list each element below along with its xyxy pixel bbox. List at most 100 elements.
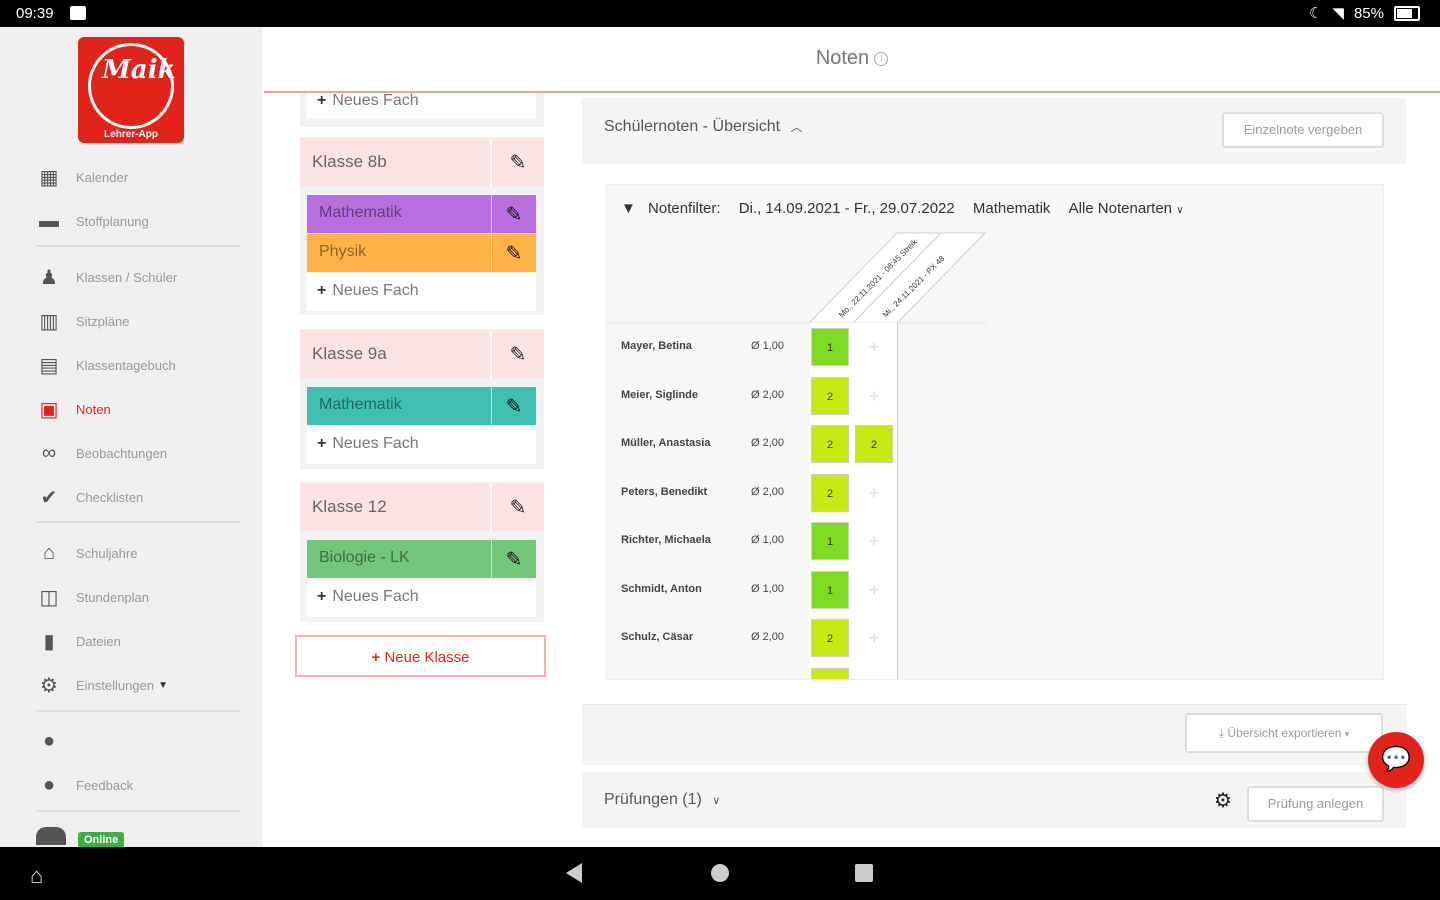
chat-button[interactable]: 💬 xyxy=(1368,732,1424,788)
sidebar-item-klassentagebuch[interactable]: ▤ Klassentagebuch xyxy=(36,351,176,379)
class-header[interactable]: Klasse 9a ✎ xyxy=(300,330,544,378)
sidebar-item-profile[interactable]: ● xyxy=(36,727,76,755)
pencil-icon[interactable]: ✎ xyxy=(490,483,544,531)
timetable-icon: ◫ xyxy=(39,586,59,609)
grade-cell[interactable]: 2 xyxy=(811,473,849,512)
pencil-icon[interactable]: ✎ xyxy=(491,195,536,233)
new-class-button[interactable]: + Neue Klasse xyxy=(295,635,546,677)
student-name[interactable]: Schmidt, Anton xyxy=(621,583,702,595)
subject-item[interactable]: Mathematik ✎ xyxy=(307,387,536,425)
filter-types[interactable]: Alle Notenarten ∨ xyxy=(1069,200,1184,217)
add-grade-icon[interactable]: + xyxy=(855,619,893,657)
student-average: Ø 1,00 xyxy=(751,340,785,352)
overview-title[interactable]: Schülernoten - Übersicht ︿ xyxy=(604,118,803,136)
subject-item[interactable]: Mathematik ✎ xyxy=(307,195,536,233)
student-name[interactable]: Schulz, Cäsar xyxy=(621,631,693,643)
moon-icon: ☾ xyxy=(1308,5,1323,22)
filter-range[interactable]: Di., 14.09.2021 - Fr., 29.07.2022 xyxy=(739,200,955,217)
add-grade-icon[interactable]: + xyxy=(855,522,893,560)
table-row: Meier, Siglinde Ø 2,00 2 + xyxy=(607,372,897,420)
grade-cell[interactable]: 2 xyxy=(811,425,849,463)
chevron-down-icon: ∨ xyxy=(1176,205,1184,216)
pencil-icon[interactable]: ✎ xyxy=(490,330,544,378)
sidebar-item-stoffplanung[interactable]: ▬ Stoffplanung xyxy=(36,207,149,235)
overview-footer: ⤓ Übersicht exportieren ▾ xyxy=(582,704,1406,765)
chevron-up-icon: ︿ xyxy=(790,120,803,134)
home-icon[interactable]: ⌂ xyxy=(30,863,43,889)
online-badge: Online xyxy=(78,832,125,848)
student-average: Ø 2,00 xyxy=(751,485,785,498)
calendar-icon: ▦ xyxy=(39,166,59,189)
archive-icon: ▬ xyxy=(39,209,59,232)
user-icon: ● xyxy=(42,729,56,752)
grade-cell[interactable]: 1 xyxy=(811,522,849,560)
class-header[interactable]: Klasse 8b ✎ xyxy=(300,138,544,186)
student-average: Ø 2,00 xyxy=(751,437,785,449)
add-grade-icon[interactable]: + xyxy=(855,571,893,609)
gear-icon[interactable]: ⚙ xyxy=(1214,788,1232,813)
subject-item[interactable]: Biologie - LK ✎ xyxy=(307,540,536,578)
binoculars-icon: ∞ xyxy=(41,441,57,464)
sidebar-item-checklisten[interactable]: ✔ Checklisten xyxy=(36,483,144,511)
table-row: Richter, Michaela Ø 1,00 1 + xyxy=(607,517,897,565)
export-button[interactable]: ⤓ Übersicht exportieren ▾ xyxy=(1185,713,1383,753)
student-name[interactable]: Meier, Siglinde xyxy=(621,389,698,401)
student-name[interactable]: Peters, Benedikt xyxy=(621,486,707,498)
sidebar-item-feedback[interactable]: ● Feedback xyxy=(36,771,133,799)
student-name[interactable]: Richter, Michaela xyxy=(621,534,711,546)
table-row: Müller, Anastasia Ø 2,00 2 2 xyxy=(607,420,897,468)
grade-cell[interactable]: 2 xyxy=(811,376,849,415)
chat-icon: 💬 xyxy=(1381,746,1411,773)
grade-cell[interactable]: 2 xyxy=(811,619,849,657)
new-subject-button[interactable]: + Neues Fach xyxy=(307,273,536,311)
new-subject-button[interactable]: + Neues Fach xyxy=(307,426,536,464)
pencil-icon[interactable]: ✎ xyxy=(491,234,536,272)
table-row: Schulz, Cäsar Ø 2,00 2 + xyxy=(607,614,897,662)
grade-cell[interactable] xyxy=(811,667,849,679)
filter-subject[interactable]: Mathematik xyxy=(973,200,1051,217)
sidebar-item-dateien[interactable]: ▮ Dateien xyxy=(36,627,120,655)
sidebar-item-sitzplaene[interactable]: ▥ Sitzpläne xyxy=(36,307,130,335)
home-button-icon[interactable] xyxy=(711,864,729,882)
pencil-icon[interactable]: ✎ xyxy=(490,138,544,186)
chevron-down-icon: ▾ xyxy=(1344,729,1350,739)
add-grade-icon[interactable]: + xyxy=(855,474,893,512)
sidebar-item-einstellungen[interactable]: ⚙ Einstellungen ▼ xyxy=(36,671,168,699)
new-subject-button[interactable]: + Neues Fach xyxy=(307,92,536,118)
grade-filter[interactable]: ▼ Notenfilter: Di., 14.09.2021 - Fr., 29… xyxy=(621,200,1184,217)
grade-cell[interactable]: 1 xyxy=(811,328,849,366)
battery-level: 85% xyxy=(1353,4,1384,22)
add-grade-icon[interactable]: + xyxy=(855,328,893,366)
sidebar-item-stundenplan[interactable]: ◫ Stundenplan xyxy=(36,583,149,611)
sidebar-item-klassen[interactable]: ♟ Klassen / Schüler xyxy=(36,263,177,291)
pencil-icon[interactable]: ✎ xyxy=(491,387,536,425)
exams-panel: Prüfungen (1) ∨ ⚙ Prüfung anlegen xyxy=(582,772,1406,828)
column-headers xyxy=(607,232,987,324)
info-icon[interactable]: i xyxy=(874,51,889,66)
student-average: Ø 2,00 xyxy=(751,388,785,401)
sidebar-item-kalender[interactable]: ▦ Kalender xyxy=(36,163,129,191)
class-header[interactable]: Klasse 12 ✎ xyxy=(300,483,544,531)
graduation-cap-icon: ⌂ xyxy=(42,541,56,564)
filter-icon: ▼ xyxy=(621,200,636,217)
back-icon[interactable] xyxy=(566,863,582,883)
new-subject-button[interactable]: + Neues Fach xyxy=(307,579,536,617)
sidebar-item-noten[interactable]: ▣ Noten xyxy=(36,395,111,423)
recents-icon[interactable] xyxy=(855,864,873,882)
divider xyxy=(36,245,240,247)
create-exam-button[interactable]: Prüfung anlegen xyxy=(1247,786,1384,822)
subject-item[interactable]: Physik ✎ xyxy=(307,234,536,272)
grade-cell[interactable]: 1 xyxy=(811,570,849,609)
student-name[interactable]: Müller, Anastasia xyxy=(621,437,710,449)
sidebar-item-schuljahre[interactable]: ⌂ Schuljahre xyxy=(36,539,137,567)
student-name[interactable]: Mayer, Betina xyxy=(621,340,692,352)
exams-title[interactable]: Prüfungen (1) ∨ xyxy=(604,791,720,809)
sidebar-item-beobachtungen[interactable]: ∞ Beobachtungen xyxy=(36,439,167,467)
download-icon: ⤓ xyxy=(1218,726,1225,740)
pencil-icon[interactable]: ✎ xyxy=(491,540,536,578)
grade-cell[interactable]: 2 xyxy=(855,425,893,463)
single-grade-button[interactable]: Einzelnote vergeben xyxy=(1222,112,1384,148)
status-time: 09:39 xyxy=(16,5,54,22)
app-logo[interactable]: Maik Lehrer-App xyxy=(78,37,184,143)
add-grade-icon[interactable]: + xyxy=(855,377,893,415)
